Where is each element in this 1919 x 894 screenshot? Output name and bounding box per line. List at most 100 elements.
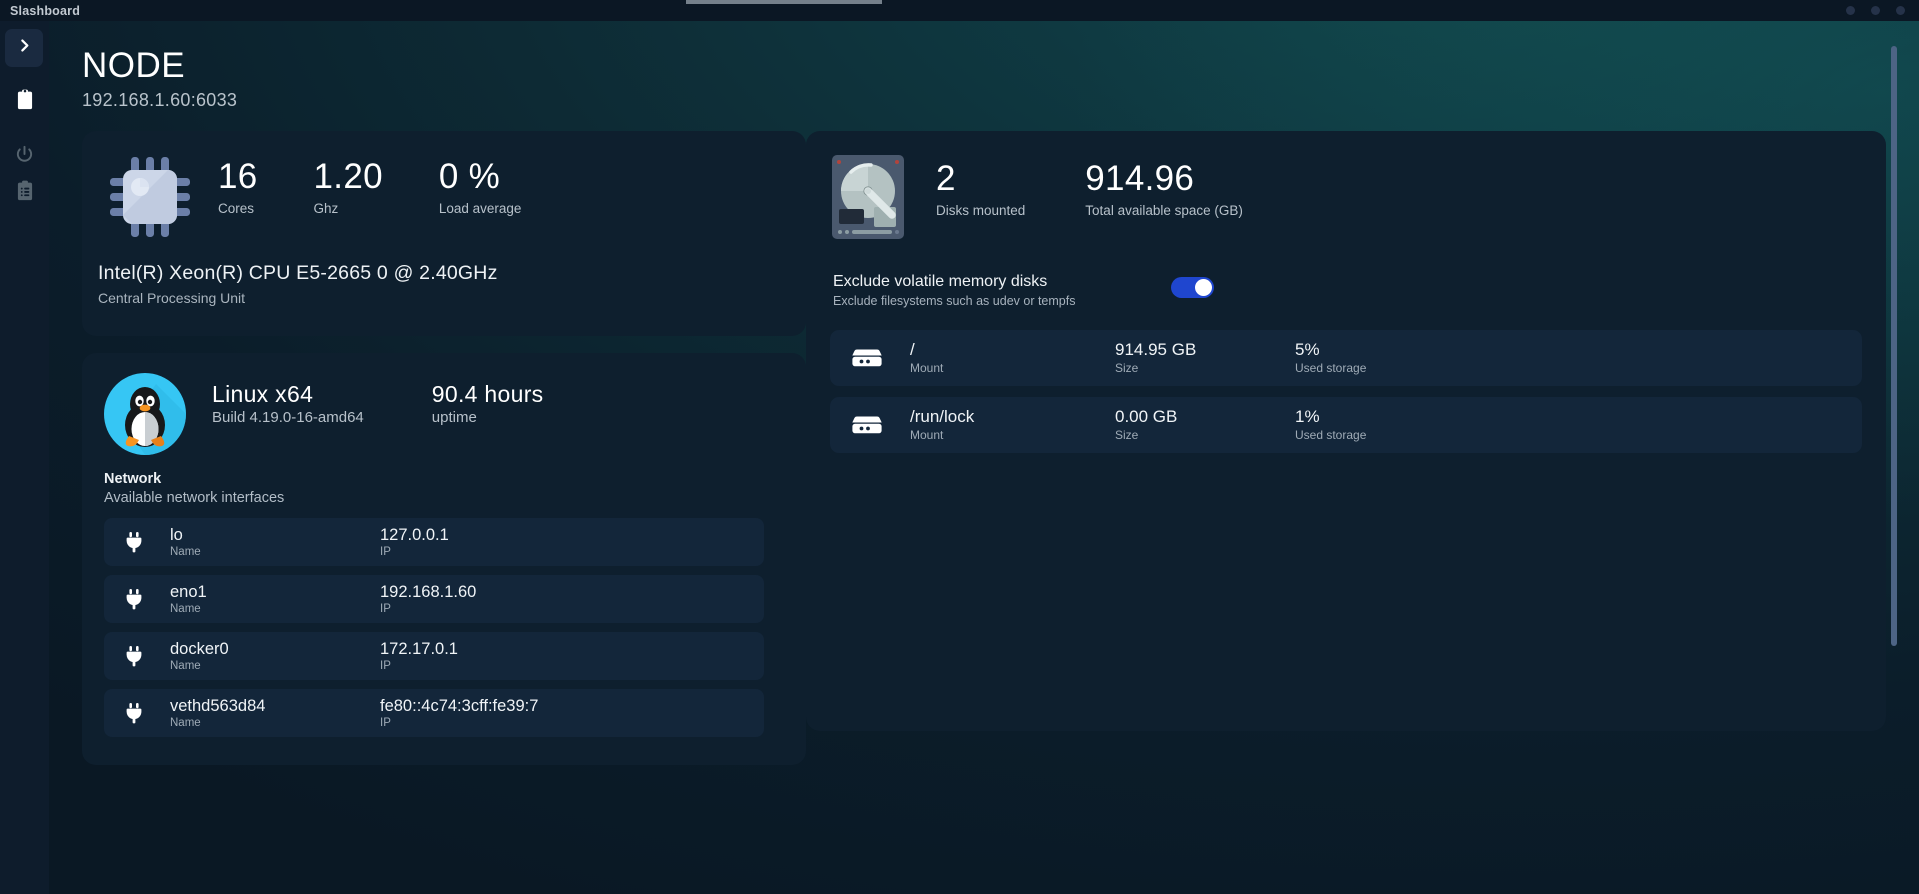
table-row[interactable]: / Mount 914.95 GB Size 5% Used storage [830,330,1862,386]
os-uptime-value: 90.4 hours [431,381,544,407]
disk-size-value: 0.00 GB [1115,407,1178,427]
cpu-chip-icon [104,151,196,243]
disk-mount-value: /run/lock [910,407,975,427]
os-build-label: Build 4.19.0-16-amd64 [212,409,364,427]
sidebar-item-logs[interactable] [0,174,49,212]
interface-ip-value: 127.0.0.1 [380,525,449,544]
interface-ip-cell: 192.168.1.60 IP [380,583,600,616]
cpu-model-name: Intel(R) Xeon(R) CPU E5-2665 0 @ 2.40GHz [98,262,498,284]
total-space-value: 914.96 [1085,159,1195,198]
disk-icon [852,346,882,370]
hard-drive-icon [830,153,906,241]
list-item[interactable]: lo Name 127.0.0.1 IP [104,518,764,566]
plug-icon [122,644,146,668]
interface-name-cell: vethd563d84 Name [170,697,380,730]
interface-ip-label: IP [380,659,391,672]
list-item[interactable]: eno1 Name 192.168.1.60 IP [104,575,764,623]
cpu-ghz-label: Ghz [313,200,339,216]
page-header: NODE 192.168.1.60:6033 [82,46,238,111]
cpu-metrics: 16 Cores 1.20 Ghz 0 % Load average [218,151,577,216]
cpu-model: Intel(R) Xeon(R) CPU E5-2665 0 @ 2.40GHz… [98,262,498,306]
exclude-volatile-toggle[interactable] [1171,277,1214,298]
disk-size-label: Size [1115,427,1139,442]
disk-size-cell: 0.00 GB Size [1115,407,1295,442]
interface-ip-label: IP [380,716,391,729]
window-drag-handle[interactable] [686,0,882,4]
cpu-load-metric: 0 % Load average [439,159,522,216]
disk-size-value: 914.95 GB [1115,340,1197,360]
interface-name-cell: lo Name [170,526,380,559]
disk-size-label: Size [1115,360,1139,375]
cpu-model-description: Central Processing Unit [98,290,246,306]
cpu-ghz-value: 1.20 [313,157,383,196]
linux-penguin-icon [104,373,186,455]
sidebar-expand-button[interactable] [5,29,43,67]
close-button[interactable] [1896,6,1905,15]
interface-name-label: Name [170,545,201,558]
interface-ip-cell: 172.17.0.1 IP [380,640,600,673]
disk-list: / Mount 914.95 GB Size 5% Used storage /… [830,330,1862,453]
maximize-button[interactable] [1871,6,1880,15]
page-subtitle: 192.168.1.60:6033 [82,89,238,110]
disk-mount-value: / [910,340,915,360]
interface-name-label: Name [170,659,201,672]
disk-mount-cell: / Mount [910,340,1115,375]
cpu-load-label: Load average [438,200,522,216]
table-row[interactable]: /run/lock Mount 0.00 GB Size 1% Used sto… [830,397,1862,453]
clipboard-list-icon [15,180,35,207]
page-scrollbar[interactable] [1891,46,1897,746]
cpu-cores-value: 16 [218,157,258,196]
interface-name-cell: docker0 Name [170,640,380,673]
interface-name-label: Name [170,602,201,615]
page-title: NODE [82,46,186,85]
interface-ip-value: fe80::4c74:3cff:fe39:7 [380,696,539,715]
cpu-card: 16 Cores 1.20 Ghz 0 % Load average Intel… [82,131,806,336]
disk-used-value: 1% [1295,407,1320,427]
plug-icon [122,587,146,611]
exclude-volatile-setting: Exclude volatile memory disks Exclude fi… [833,273,1862,308]
cpu-ghz-metric: 1.20 Ghz [314,159,383,216]
exclude-volatile-description: Exclude filesystems such as udev or temp… [833,294,1076,308]
main-content: NODE 192.168.1.60:6033 16 Cores 1.20 Ghz… [49,21,1919,894]
disk-size-cell: 914.95 GB Size [1115,340,1295,375]
interface-ip-label: IP [380,602,391,615]
cpu-cores-metric: 16 Cores [218,159,258,216]
sidebar-item-boards[interactable] [0,83,49,121]
disk-used-cell: 1% Used storage [1295,407,1495,442]
disk-used-value: 5% [1295,340,1320,360]
os-uptime-metric: 90.4 hours uptime [431,381,544,426]
interface-name-value: eno1 [170,582,207,601]
network-subheading: Available network interfaces [104,490,285,506]
interface-ip-value: 192.168.1.60 [380,582,477,601]
interface-ip-label: IP [380,545,391,558]
list-item[interactable]: vethd563d84 Name fe80::4c74:3cff:fe39:7 … [104,689,764,737]
os-metrics: Linux x64 Build 4.19.0-16-amd64 90.4 hou… [212,369,611,426]
interface-ip-value: 172.17.0.1 [380,639,458,658]
plug-icon [122,530,146,554]
sidebar-item-power[interactable] [0,138,49,176]
os-name-value: Linux x64 [212,381,314,407]
disk-card: 2 Disks mounted 914.96 Total available s… [806,131,1886,731]
interface-name-value: docker0 [170,639,229,658]
disk-mount-label: Mount [910,360,944,375]
disks-mounted-value: 2 [936,159,956,198]
disk-metrics: 2 Disks mounted 914.96 Total available s… [936,151,1303,218]
network-interface-list[interactable]: lo Name 127.0.0.1 IP eno1 Name 192.168.1… [104,518,784,746]
left-column: 16 Cores 1.20 Ghz 0 % Load average Intel… [82,131,806,765]
toggle-knob [1195,279,1212,296]
list-item[interactable]: docker0 Name 172.17.0.1 IP [104,632,764,680]
interface-name-cell: eno1 Name [170,583,380,616]
page-scrollbar-thumb[interactable] [1891,46,1897,646]
app-title: Slashboard [10,3,81,18]
total-space-label: Total available space (GB) [1085,202,1243,218]
minimize-button[interactable] [1846,6,1855,15]
right-column: 2 Disks mounted 914.96 Total available s… [806,131,1886,731]
disks-mounted-label: Disks mounted [936,202,1026,218]
network-section-header: Network Available network interfaces [104,471,784,506]
clipboard-icon [15,89,35,116]
cpu-load-value: 0 % [438,157,501,196]
interface-name-value: vethd563d84 [170,696,266,715]
sidebar [0,21,49,894]
interface-ip-cell: fe80::4c74:3cff:fe39:7 IP [380,697,600,730]
plug-icon [122,701,146,725]
